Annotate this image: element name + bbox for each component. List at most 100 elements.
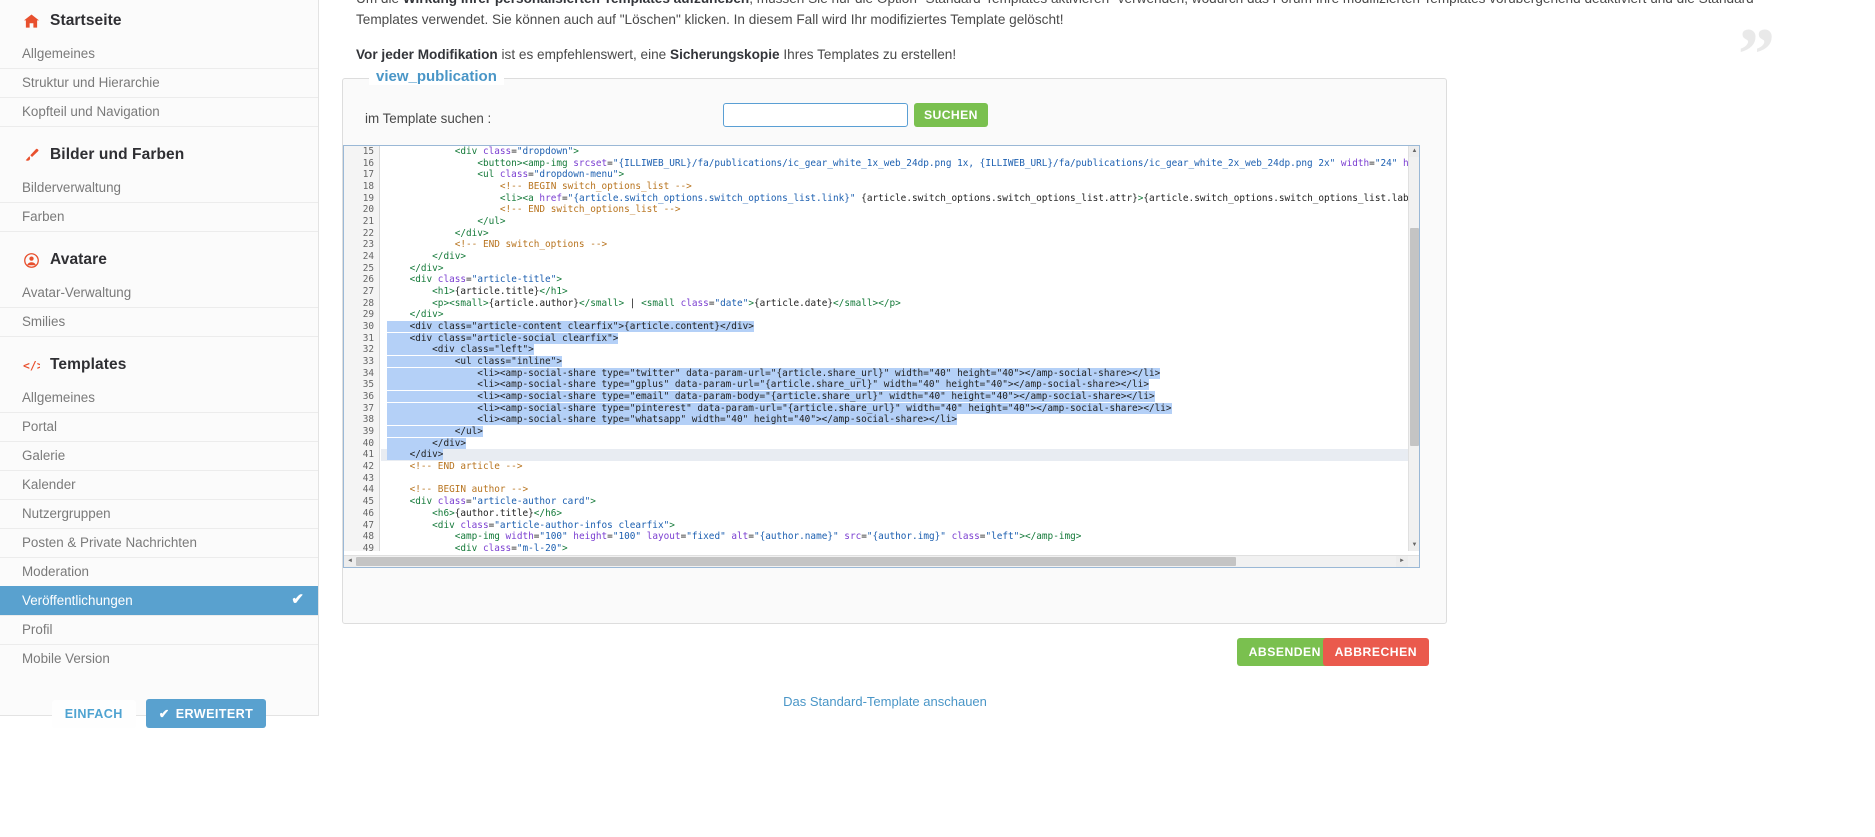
line-number: 22 bbox=[362, 227, 374, 239]
sidebar-item-label: Bilderverwaltung bbox=[22, 180, 121, 195]
line-number: 26 bbox=[362, 274, 374, 286]
scroll-left-arrow-icon[interactable]: ◄ bbox=[344, 556, 356, 567]
notice-line1-a: Um die bbox=[356, 0, 403, 6]
sidebar-item-label: Kalender bbox=[22, 477, 76, 492]
code-line[interactable]: <div class="dropdown"> bbox=[381, 146, 1419, 158]
code-line[interactable]: <!-- BEGIN author --> bbox=[381, 484, 1419, 496]
line-number: 29 bbox=[362, 309, 374, 321]
code-line[interactable]: </ul> bbox=[381, 426, 1419, 438]
code-line[interactable]: <button><amp-img srcset="{ILLIWEB_URL}/f… bbox=[381, 158, 1419, 170]
mode-advanced-button[interactable]: ✔ ERWEITERT bbox=[145, 699, 267, 728]
sidebar-item-allgemeines[interactable]: Allgemeines bbox=[0, 40, 318, 68]
mode-simple-button[interactable]: EINFACH bbox=[51, 699, 136, 728]
line-number: 38 bbox=[362, 414, 374, 426]
sidebar-item-label: Allgemeines bbox=[22, 46, 95, 61]
code-editor[interactable]: 15 16 17 18 19 20 21 22 23 24 25 26 27 28 29 30 31 32 33 34… bbox=[343, 145, 1420, 568]
code-line[interactable]: <amp-img width="100" height="100" layout… bbox=[381, 531, 1419, 543]
code-line[interactable]: </div> bbox=[381, 263, 1419, 275]
code-line[interactable]: <h1>{article.title}</h1> bbox=[381, 286, 1419, 298]
vertical-scroll-thumb[interactable] bbox=[1410, 228, 1419, 446]
horizontal-scroll-thumb[interactable] bbox=[356, 557, 1236, 566]
code-line[interactable]: <ul class="dropdown-menu"> bbox=[381, 169, 1419, 181]
sidebar-group-header-templates: </> Templates bbox=[0, 344, 318, 384]
line-number: 46 bbox=[362, 507, 374, 519]
code-line[interactable]: </div> bbox=[381, 437, 1419, 450]
sidebar-item-posten-private-nachrichten[interactable]: Posten & Private Nachrichten bbox=[0, 528, 318, 557]
view-default-template-link[interactable]: Das Standard-Template anschauen bbox=[320, 694, 1450, 709]
sidebar-item-allgemeines[interactable]: Allgemeines bbox=[0, 384, 318, 412]
code-line[interactable]: <div class="article-social clearfix"> bbox=[381, 332, 1419, 345]
code-line[interactable]: <!-- END switch_options --> bbox=[381, 239, 1419, 251]
code-icon: </> bbox=[20, 359, 42, 372]
code-line[interactable]: <!-- END article --> bbox=[381, 461, 1419, 473]
sidebar-item-moderation[interactable]: Moderation bbox=[0, 557, 318, 586]
sidebar-item-portal[interactable]: Portal bbox=[0, 412, 318, 441]
svg-text:</>: </> bbox=[23, 359, 40, 372]
sidebar-item-bilderverwaltung[interactable]: Bilderverwaltung bbox=[0, 174, 318, 202]
code-line[interactable]: <div class="article-content clearfix">{a… bbox=[381, 321, 1419, 333]
line-number: 37 bbox=[362, 402, 374, 414]
sidebar-group: </> Templates Allgemeines Portal Galerie Kale… bbox=[0, 344, 318, 673]
paintbrush-icon bbox=[20, 148, 42, 162]
code-line[interactable]: <div class="m-l-20"> bbox=[381, 543, 1419, 551]
code-line[interactable]: <li><amp-social-share type="gplus" data-… bbox=[381, 379, 1419, 391]
line-number: 40 bbox=[362, 437, 374, 449]
line-number-gutter: 15 16 17 18 19 20 21 22 23 24 25 26 27 28 29 30 31 32 33 34… bbox=[344, 146, 380, 554]
code-line[interactable]: <div class="left"> bbox=[381, 344, 1419, 356]
sidebar-group-label: Bilder und Farben bbox=[50, 146, 185, 163]
code-line[interactable]: <h6>{author.title}</h6> bbox=[381, 508, 1419, 520]
editor-vertical-scrollbar[interactable]: ▲ ▼ bbox=[1408, 146, 1419, 551]
notice-line2-b: ist es empfehlenswert, eine bbox=[497, 47, 671, 62]
sidebar-item-smilies[interactable]: Smilies bbox=[0, 307, 318, 336]
decorative-quote-icon: ” bbox=[1738, 14, 1775, 96]
notice-line2-d: Ihres Templates zu erstellen! bbox=[779, 47, 957, 62]
sidebar-item-kopfteil-und-navigation[interactable]: Kopfteil und Navigation bbox=[0, 97, 318, 126]
code-line[interactable]: <li><amp-social-share type="pinterest" d… bbox=[381, 402, 1419, 415]
code-line[interactable]: <div class="article-author card"> bbox=[381, 496, 1419, 508]
sidebar-item-struktur-und-hierarchie[interactable]: Struktur und Hierarchie bbox=[0, 68, 318, 97]
code-line[interactable]: <!-- BEGIN switch_options_list --> bbox=[381, 181, 1419, 193]
sidebar-item-kalender[interactable]: Kalender bbox=[0, 470, 318, 499]
scroll-down-arrow-icon[interactable]: ▼ bbox=[1409, 540, 1419, 551]
code-line[interactable]: </div> bbox=[381, 228, 1419, 240]
cancel-button[interactable]: ABBRECHEN bbox=[1322, 638, 1429, 666]
sidebar-group-list: Startseite Allgemeines Struktur und Hierar… bbox=[0, 0, 318, 673]
line-number: 41 bbox=[362, 449, 374, 461]
code-line[interactable]: <!-- END switch_options_list --> bbox=[381, 204, 1419, 216]
template-search-row: im Template suchen : SUCHEN bbox=[365, 103, 1425, 137]
code-line[interactable]: <li><amp-social-share type="twitter" dat… bbox=[381, 367, 1419, 380]
code-line[interactable]: <div class="article-author-infos clearfi… bbox=[381, 520, 1419, 532]
editor-horizontal-scrollbar[interactable]: ◄ ► bbox=[344, 555, 1419, 567]
sidebar-item-profil[interactable]: Profil bbox=[0, 615, 318, 644]
code-line[interactable]: <li><a href="{article.switch_options.swi… bbox=[381, 193, 1419, 205]
code-line[interactable]: </ul> bbox=[381, 216, 1419, 228]
line-number: 24 bbox=[362, 251, 374, 263]
submit-button[interactable]: ABSENDEN bbox=[1236, 638, 1333, 666]
line-number: 33 bbox=[362, 356, 374, 368]
code-text-area[interactable]: <div class="dropdown"> <button><amp-img … bbox=[381, 146, 1419, 551]
code-line[interactable]: <div class="article-title"> bbox=[381, 274, 1419, 286]
code-line[interactable]: <li><amp-social-share type="email" data-… bbox=[381, 391, 1419, 403]
code-line[interactable]: </div> bbox=[381, 449, 1419, 462]
sidebar-item-label: Allgemeines bbox=[22, 390, 95, 405]
sidebar-item-nutzergruppen[interactable]: Nutzergruppen bbox=[0, 499, 318, 528]
line-number: 44 bbox=[362, 484, 374, 496]
sidebar-item-label: Moderation bbox=[22, 564, 89, 579]
search-input[interactable] bbox=[723, 103, 908, 127]
scroll-up-arrow-icon[interactable]: ▲ bbox=[1409, 146, 1419, 157]
search-button[interactable]: SUCHEN bbox=[914, 103, 988, 127]
code-line[interactable] bbox=[381, 473, 1419, 485]
line-number: 31 bbox=[362, 332, 374, 344]
code-line[interactable]: </div> bbox=[381, 309, 1419, 321]
sidebar-item-farben[interactable]: Farben bbox=[0, 202, 318, 231]
sidebar-group: Startseite Allgemeines Struktur und Hierar… bbox=[0, 0, 318, 134]
code-line[interactable]: <ul class="inline"> bbox=[381, 356, 1419, 368]
scroll-right-arrow-icon[interactable]: ► bbox=[1396, 556, 1408, 567]
code-line[interactable]: <p><small>{article.author}</small> | <sm… bbox=[381, 298, 1419, 310]
sidebar-item-mobile-version[interactable]: Mobile Version bbox=[0, 644, 318, 673]
code-line[interactable]: <li><amp-social-share type="whatsapp" wi… bbox=[381, 414, 1419, 426]
sidebar-item-galerie[interactable]: Galerie bbox=[0, 441, 318, 470]
sidebar-item-avatar-verwaltung[interactable]: Avatar-Verwaltung bbox=[0, 279, 318, 307]
code-line[interactable]: </div> bbox=[381, 251, 1419, 263]
sidebar-item-veröffentlichungen[interactable]: Veröffentlichungen ✔ bbox=[0, 586, 318, 615]
